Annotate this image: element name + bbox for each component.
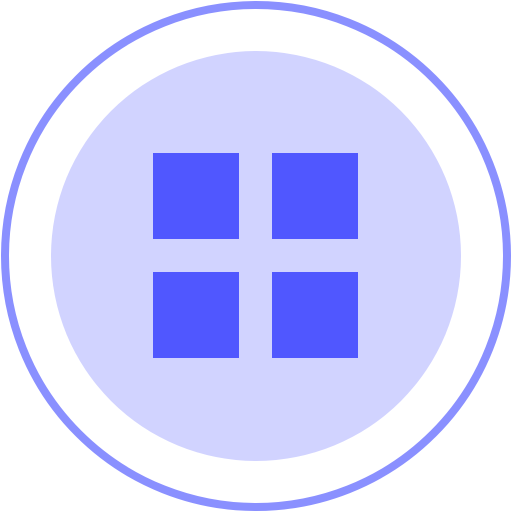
grid-tile-bottom-right: [272, 272, 358, 358]
grid-tile-top-right: [272, 153, 358, 239]
inner-disc: [51, 51, 461, 461]
grid-tile-bottom-left: [153, 272, 239, 358]
grid-tile-top-left: [153, 153, 239, 239]
grid-menu-icon[interactable]: [0, 0, 512, 512]
